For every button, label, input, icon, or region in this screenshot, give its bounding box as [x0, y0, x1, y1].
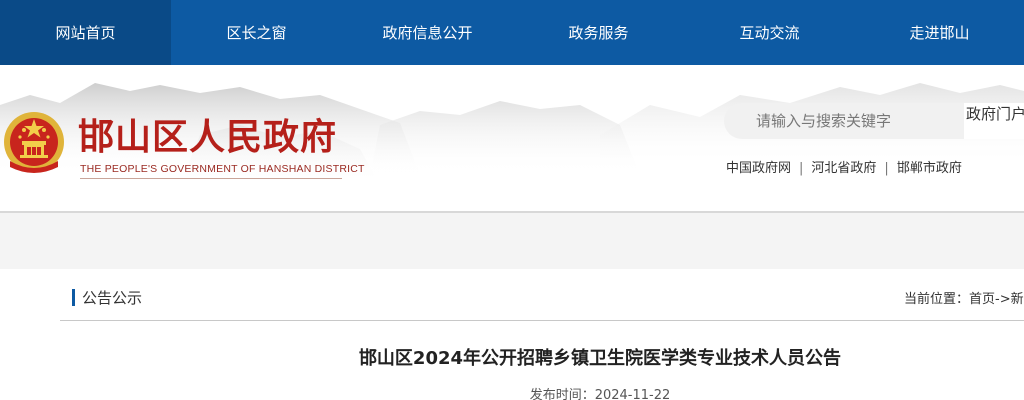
article-meta: 发布时间：2024-11-22 — [0, 384, 1024, 400]
section-marker — [72, 289, 75, 306]
search-input[interactable] — [724, 103, 964, 139]
nav-item-interaction[interactable]: 互动交流 — [684, 0, 855, 65]
site-title: 邯山区人民政府 — [78, 116, 338, 158]
nav-item-info-disclosure[interactable]: 政府信息公开 — [342, 0, 513, 65]
article-title: 邯山区2024年公开招聘乡镇卫生院医学类专业技术人员公告 — [358, 348, 842, 369]
location-label: 当前位置： — [904, 292, 970, 307]
nav-item-services[interactable]: 政务服务 — [513, 0, 684, 65]
search-box: 政府门户 — [724, 103, 1024, 139]
content-divider — [60, 320, 1024, 321]
breadcrumb: 当前位置：首页->新 — [904, 288, 1024, 307]
site-subtitle: THE PEOPLE'S GOVERNMENT OF HANSHAN DISTR… — [80, 163, 365, 175]
link-hebei-gov[interactable]: 河北省政府 — [811, 161, 876, 176]
publish-date: 2024-11-22 — [594, 388, 671, 400]
site-header: 邯山区人民政府 THE PEOPLE'S GOVERNMENT OF HANSH… — [0, 65, 1024, 213]
nav-item-home[interactable]: 网站首页 — [0, 0, 171, 65]
search-scope-selector[interactable]: 政府门户 — [964, 103, 1024, 139]
national-emblem-icon — [4, 112, 64, 173]
subtitle-divider — [80, 178, 342, 179]
link-separator: | — [884, 161, 889, 176]
grey-band — [0, 213, 1024, 269]
nav-item-about[interactable]: 走进邯山 — [855, 0, 1024, 65]
external-links: 中国政府网 | 河北省政府 | 邯郸市政府 — [726, 157, 962, 176]
top-navigation: 网站首页 区长之窗 政府信息公开 政务服务 互动交流 走进邯山 — [0, 0, 1024, 65]
breadcrumb-link[interactable]: 首页->新 — [969, 292, 1024, 307]
link-separator: | — [799, 161, 804, 176]
link-handan-gov[interactable]: 邯郸市政府 — [897, 161, 962, 176]
link-china-gov[interactable]: 中国政府网 — [726, 161, 791, 176]
nav-item-district-head[interactable]: 区长之窗 — [171, 0, 342, 65]
date-label: 发布时间： — [529, 388, 595, 400]
section-title: 公告公示 — [82, 289, 143, 307]
